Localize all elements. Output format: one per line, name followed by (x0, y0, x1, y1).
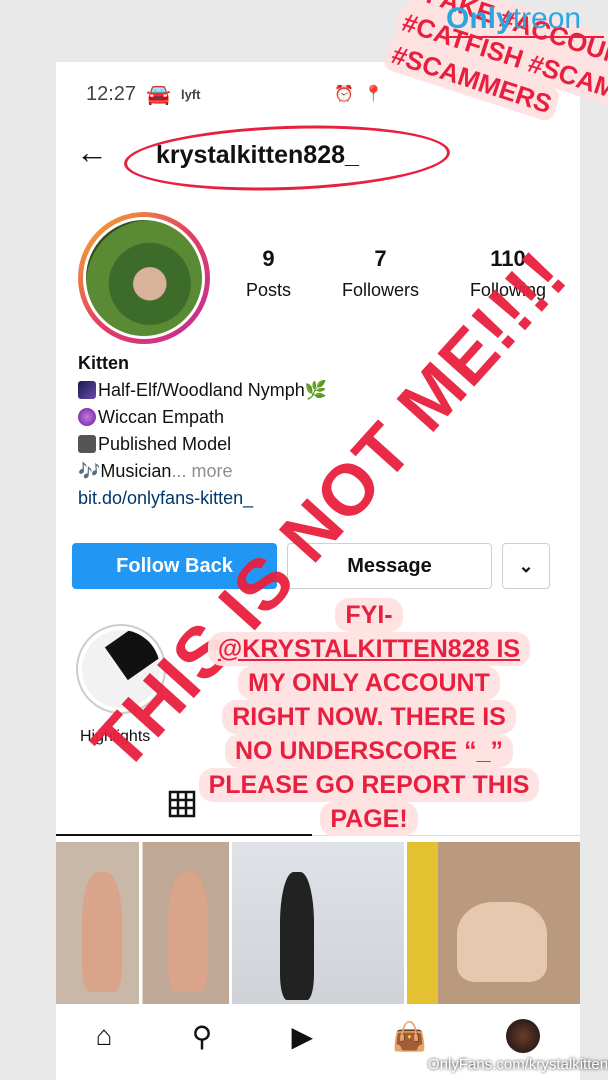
post-grid (56, 842, 581, 1004)
post-photo-figure (82, 872, 122, 992)
profile-bio: Kitten Half-Elf/Woodland Nymph🌿 Wiccan E… (78, 350, 327, 512)
post-photo-figure (457, 902, 548, 982)
post-photo-figure (168, 872, 208, 992)
chevron-down-icon[interactable]: ⌄ (502, 543, 550, 589)
bio-name: Kitten (78, 353, 129, 373)
bio-more-link[interactable]: ... more (171, 461, 232, 481)
fyi-line: @KRYSTALKITTEN828 IS (207, 632, 531, 666)
bio-line: 🎶Musician... more (78, 461, 233, 481)
home-icon[interactable]: ⌂ (96, 1020, 113, 1052)
galaxy-icon (78, 381, 96, 399)
post-thumbnail[interactable] (231, 842, 405, 1004)
fyi-notice: FYI- @KRYSTALKITTEN828 IS MY ONLY ACCOUN… (196, 598, 542, 836)
fyi-line: PLEASE GO REPORT THIS (198, 768, 540, 802)
leaf-icon: 🌿 (304, 380, 328, 400)
onlytreon-logo: Onlytreon (446, 2, 582, 35)
status-bar: 12:27 🚘 lyft (86, 82, 200, 107)
fyi-line: PAGE! (320, 802, 418, 836)
alarm-icon: ⏰ (334, 86, 354, 103)
bio-line: Published Model (78, 431, 327, 458)
fyi-line: FYI- (335, 598, 403, 632)
bio-line: Wiccan Empath (78, 404, 327, 431)
shop-icon[interactable]: 👜 (392, 1020, 427, 1053)
camera-icon (78, 435, 96, 453)
back-arrow-icon[interactable]: ← (76, 136, 108, 168)
status-time: 12:27 (86, 83, 137, 105)
bio-line: Half-Elf/Woodland Nymph🌿 (78, 377, 327, 404)
stat-value: 7 (374, 246, 387, 271)
reels-icon[interactable]: ▶ (291, 1020, 313, 1053)
post-photo-figure (279, 872, 314, 1000)
logo-underline (448, 36, 604, 38)
music-notes-icon: 🎶 (78, 461, 101, 481)
fyi-line: RIGHT NOW. THERE IS (222, 700, 516, 734)
post-thumbnail[interactable] (407, 842, 581, 1004)
stat-value: 9 (262, 246, 275, 271)
car-icon: 🚘 (146, 84, 171, 106)
profile-avatar[interactable] (83, 217, 205, 339)
stat-label: Posts (246, 280, 292, 300)
search-icon[interactable]: ⚲ (192, 1020, 213, 1053)
fyi-line: NO UNDERSCORE “_” (224, 734, 514, 768)
crystal-ball-icon (78, 408, 96, 426)
post-thumbnail[interactable] (56, 842, 229, 1004)
stat-followers[interactable]: 7 Followers (342, 246, 419, 301)
fyi-line: MY ONLY ACCOUNT (238, 666, 500, 700)
stat-posts[interactable]: 9 Posts (246, 246, 291, 301)
stat-label: Followers (341, 280, 419, 300)
grid-icon[interactable] (168, 790, 196, 818)
profile-nav-avatar[interactable] (506, 1019, 541, 1053)
lyft-icon: lyft (180, 87, 201, 102)
watermark-text: OnlyFans.com/krystalkitten828 (428, 1056, 608, 1073)
